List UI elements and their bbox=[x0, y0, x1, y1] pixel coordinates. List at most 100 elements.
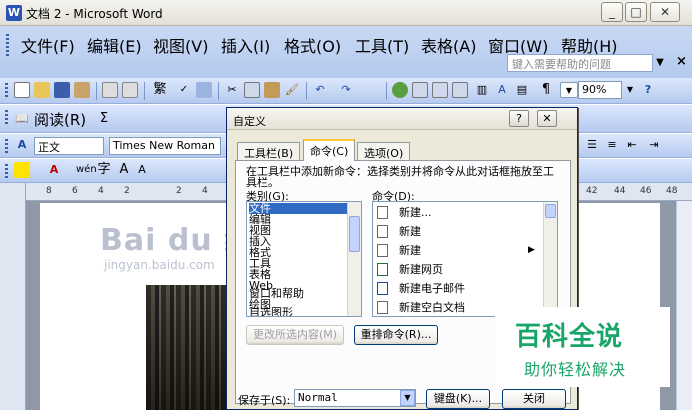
insert-table-icon[interactable] bbox=[432, 82, 448, 98]
zoom-dropdown-arrow-icon[interactable]: ▼ bbox=[560, 82, 578, 98]
zoom-arrow-icon[interactable]: ▼ bbox=[622, 82, 638, 98]
modify-selection-button[interactable]: 更改所选内容(M) bbox=[246, 325, 344, 345]
menu-table[interactable]: 表格(A) bbox=[418, 32, 479, 58]
command-label: 新建网页 bbox=[399, 263, 443, 276]
help-search-input[interactable]: 键入需要帮助的问题 bbox=[507, 54, 653, 72]
ruler-number: 48 bbox=[666, 186, 678, 196]
command-item[interactable]: 新建... bbox=[373, 203, 543, 222]
menu-grip[interactable] bbox=[6, 34, 9, 56]
command-label: 新建 bbox=[399, 225, 421, 238]
categories-scrollbar[interactable] bbox=[347, 202, 361, 316]
vertical-ruler[interactable] bbox=[0, 183, 26, 410]
menu-view[interactable]: 视图(V) bbox=[150, 32, 211, 58]
print-preview-icon[interactable] bbox=[122, 82, 138, 98]
tab-toolbars[interactable]: 工具栏(B) bbox=[237, 142, 301, 160]
redo-icon[interactable]: ↷ bbox=[338, 82, 354, 98]
styles-icon[interactable]: A bbox=[14, 137, 30, 153]
hyperlink-icon[interactable] bbox=[392, 82, 408, 98]
font-select[interactable]: Times New Roman bbox=[109, 137, 221, 155]
command-item[interactable]: 新建网页 bbox=[373, 260, 543, 279]
undo-icon[interactable]: ↶ bbox=[312, 82, 328, 98]
toolbar-grip[interactable] bbox=[5, 164, 8, 180]
tab-commands[interactable]: 命令(C) bbox=[303, 139, 356, 161]
help-icon[interactable]: ? bbox=[640, 82, 656, 98]
paste-icon[interactable] bbox=[264, 82, 280, 98]
decrease-indent-icon[interactable]: ⇤ bbox=[624, 137, 640, 153]
enclose-characters-icon[interactable]: 字 bbox=[96, 162, 112, 178]
save-in-dropdown-arrow-icon[interactable]: ▼ bbox=[400, 390, 415, 406]
command-item[interactable]: 新建电子邮件 bbox=[373, 279, 543, 298]
document-map-icon[interactable]: ▤ bbox=[514, 82, 530, 98]
categories-list[interactable]: 文件 编辑 视图 插入 格式 工具 表格 Web 窗口和帮助 绘图 自选图形 bbox=[246, 201, 362, 317]
shrink-font-icon[interactable]: A bbox=[134, 162, 150, 178]
rearrange-commands-button[interactable]: 重排命令(R)... bbox=[354, 325, 438, 345]
show-hide-icon[interactable]: ¶ bbox=[538, 82, 554, 98]
minimize-button[interactable]: _ bbox=[601, 2, 623, 22]
toolbar-grip[interactable] bbox=[5, 139, 8, 155]
commands-list[interactable]: 新建... 新建 新建 ▶ 新建网页 新建电子邮件 新建空白文档 bbox=[372, 201, 558, 317]
format-painter-icon[interactable]: 🖌 bbox=[284, 82, 300, 98]
ruler-number: 4 bbox=[202, 186, 208, 196]
cut-icon[interactable]: ✂ bbox=[224, 82, 240, 98]
font-color-icon[interactable]: A bbox=[46, 162, 62, 178]
save-icon[interactable] bbox=[54, 82, 70, 98]
command-item[interactable]: 新建 bbox=[373, 222, 543, 241]
insert-excel-icon[interactable] bbox=[452, 82, 468, 98]
word-app-icon: W bbox=[6, 5, 22, 21]
grow-font-icon[interactable]: A bbox=[116, 162, 132, 178]
style-select[interactable]: 正文 bbox=[34, 137, 104, 155]
menu-format[interactable]: 格式(O) bbox=[281, 32, 344, 58]
command-label: 新建电子邮件 bbox=[399, 282, 465, 295]
close-window-button[interactable]: ✕ bbox=[650, 2, 680, 22]
sum-icon[interactable]: Σ bbox=[96, 111, 112, 127]
menu-tools[interactable]: 工具(T) bbox=[352, 32, 412, 58]
align-justify-icon[interactable]: ☰ bbox=[584, 137, 600, 153]
ruler-number: 4 bbox=[98, 186, 104, 196]
ruler-number: 46 bbox=[640, 186, 652, 196]
blank-document-icon bbox=[377, 301, 388, 314]
phonetic-guide-icon[interactable]: wén bbox=[76, 162, 97, 178]
reading-button[interactable]: 阅读(R) bbox=[34, 109, 86, 130]
standard-toolbar: 繁 ✓ ✂ 🖌 ↶ ↷ ▥ A ▤ ¶ ▼ 90% ▼ ? bbox=[0, 78, 692, 104]
menu-file[interactable]: 文件(F) bbox=[18, 32, 78, 58]
zoom-select[interactable]: 90% bbox=[578, 81, 622, 99]
command-item[interactable]: 新建 ▶ bbox=[373, 241, 543, 260]
vertical-scrollbar[interactable] bbox=[676, 201, 692, 410]
tab-options[interactable]: 选项(O) bbox=[357, 142, 411, 160]
print-icon[interactable] bbox=[102, 82, 118, 98]
close-button[interactable]: 关闭 bbox=[502, 389, 566, 409]
save-in-select[interactable]: Normal bbox=[294, 389, 416, 407]
separator bbox=[144, 82, 145, 100]
menu-edit[interactable]: 编辑(E) bbox=[84, 32, 145, 58]
toolbar-grip[interactable] bbox=[5, 110, 8, 126]
forest-photo[interactable] bbox=[146, 285, 230, 410]
dialog-help-button[interactable]: ? bbox=[509, 110, 529, 127]
restore-button[interactable]: □ bbox=[625, 2, 647, 22]
new-document-icon[interactable] bbox=[14, 82, 30, 98]
close-document-button[interactable]: × bbox=[676, 54, 687, 69]
permission-icon[interactable] bbox=[74, 82, 90, 98]
separator bbox=[96, 82, 97, 100]
scroll-thumb[interactable] bbox=[349, 216, 360, 252]
columns-icon[interactable]: ▥ bbox=[474, 82, 490, 98]
menu-insert[interactable]: 插入(I) bbox=[218, 32, 273, 58]
tables-borders-icon[interactable] bbox=[412, 82, 428, 98]
command-label: 新建... bbox=[399, 206, 432, 219]
help-dropdown-arrow-icon[interactable]: ▼ bbox=[653, 54, 667, 72]
increase-indent-icon[interactable]: ⇥ bbox=[646, 137, 662, 153]
highlight-icon[interactable] bbox=[14, 162, 30, 178]
toolbar-grip[interactable] bbox=[5, 83, 8, 99]
dialog-close-x-button[interactable]: ✕ bbox=[537, 110, 557, 127]
drawing-icon[interactable]: A bbox=[494, 82, 510, 98]
line-spacing-icon[interactable]: ≡ bbox=[604, 137, 620, 153]
scroll-thumb[interactable] bbox=[545, 204, 556, 218]
open-icon[interactable] bbox=[34, 82, 50, 98]
traditional-chinese-icon[interactable]: 繁 bbox=[152, 82, 168, 98]
keyboard-button[interactable]: 键盘(K)... bbox=[426, 389, 490, 409]
category-item[interactable]: 自选图形 bbox=[249, 307, 349, 316]
copy-icon[interactable] bbox=[244, 82, 260, 98]
research-icon[interactable] bbox=[196, 82, 212, 98]
dialog-title-bar[interactable]: 自定义 ? ✕ bbox=[227, 108, 577, 130]
commands-scrollbar[interactable] bbox=[543, 202, 557, 316]
spelling-icon[interactable]: ✓ bbox=[176, 82, 192, 98]
